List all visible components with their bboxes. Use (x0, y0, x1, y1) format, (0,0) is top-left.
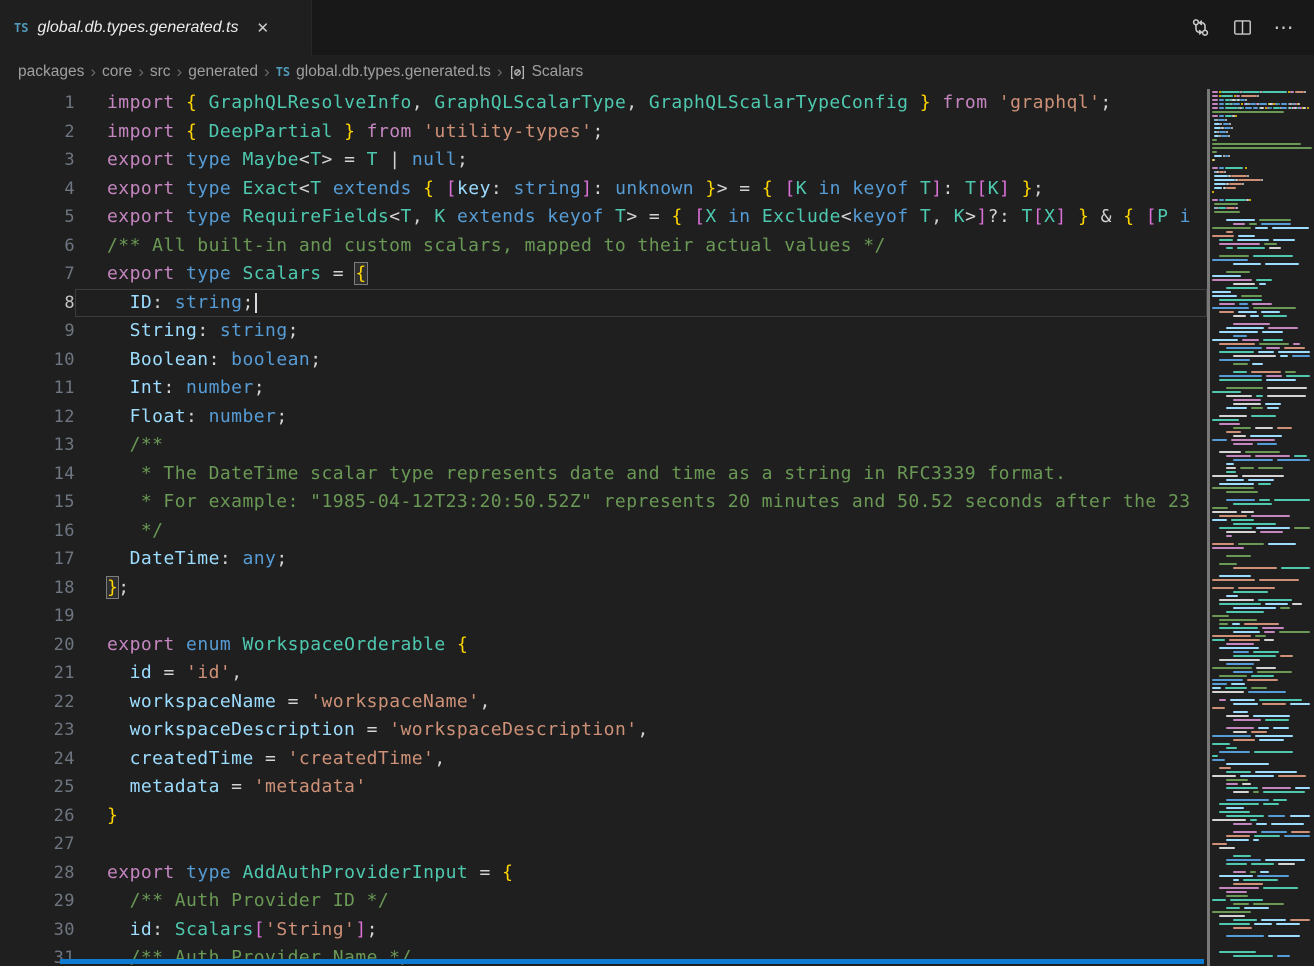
line-number: 8 (0, 289, 75, 318)
typescript-file-icon: TS (276, 65, 290, 79)
code-line: 7export type Scalars = { (0, 260, 1207, 289)
breadcrumb-separator: › (138, 62, 144, 82)
text-cursor (255, 293, 257, 313)
breadcrumb-separator: › (177, 62, 183, 82)
line-number: 6 (0, 232, 75, 261)
line-number: 24 (0, 745, 75, 774)
line-number: 29 (0, 887, 75, 916)
code-line: 17 DateTime: any; (0, 545, 1207, 574)
tab-label: global.db.types.generated.ts (37, 19, 238, 37)
line-number: 14 (0, 460, 75, 489)
breadcrumb-separator: › (90, 62, 96, 82)
code-line: 10 Boolean: boolean; (0, 346, 1207, 375)
code-line: 14 * The DateTime scalar type represents… (0, 460, 1207, 489)
vscode-window: TS global.db.types.generated.ts ✕ (0, 0, 1314, 966)
code-line: 25 metadata = 'metadata' (0, 773, 1207, 802)
line-number: 27 (0, 830, 75, 859)
line-number: 2 (0, 118, 75, 147)
more-actions-icon[interactable]: ⋯ (1272, 16, 1296, 40)
line-number: 4 (0, 175, 75, 204)
line-number: 9 (0, 317, 75, 346)
code-line: 21 id = 'id', (0, 659, 1207, 688)
breadcrumb-separator: › (264, 62, 270, 82)
code-line: 11 Int: number; (0, 374, 1207, 403)
line-number: 19 (0, 602, 75, 631)
line-number: 21 (0, 659, 75, 688)
code-line: 22 workspaceName = 'workspaceName', (0, 688, 1207, 717)
code-line: 27 (0, 830, 1207, 859)
code-line: 9 String: string; (0, 317, 1207, 346)
code-line: 3export type Maybe<T> = T | null; (0, 146, 1207, 175)
line-number: 7 (0, 260, 75, 289)
code-line: 4export type Exact<T extends { [key: str… (0, 175, 1207, 204)
code-line: 6/** All built-in and custom scalars, ma… (0, 232, 1207, 261)
code-line: 2import { DeepPartial } from 'utility-ty… (0, 118, 1207, 147)
code-line: 1import { GraphQLResolveInfo, GraphQLSca… (0, 89, 1207, 118)
breadcrumb-item[interactable]: core (102, 63, 132, 81)
code-line: 29 /** Auth Provider ID */ (0, 887, 1207, 916)
breadcrumb-item[interactable]: Scalars (509, 63, 584, 81)
line-number: 3 (0, 146, 75, 175)
typescript-file-icon: TS (14, 21, 28, 35)
line-number: 13 (0, 431, 75, 460)
open-changes-icon[interactable] (1188, 16, 1212, 40)
breadcrumb-separator: › (497, 62, 503, 82)
breadcrumb-item[interactable]: packages (18, 63, 84, 81)
line-number: 22 (0, 688, 75, 717)
code-line: 24 createdTime = 'createdTime', (0, 745, 1207, 774)
line-number: 18 (0, 574, 75, 603)
line-number: 28 (0, 859, 75, 888)
code-line: 28export type AddAuthProviderInput = { (0, 859, 1207, 888)
symbol-type-icon (509, 65, 526, 80)
split-editor-icon[interactable] (1230, 16, 1254, 40)
line-number: 12 (0, 403, 75, 432)
code-line: 16 */ (0, 517, 1207, 546)
line-number: 10 (0, 346, 75, 375)
line-number: 30 (0, 916, 75, 945)
line-number: 15 (0, 488, 75, 517)
code-line: 19 (0, 602, 1207, 631)
editor-actions: ⋯ (1188, 0, 1314, 55)
minimap[interactable] (1210, 89, 1314, 966)
breadcrumb-item[interactable]: src (150, 63, 171, 81)
line-number: 11 (0, 374, 75, 403)
close-icon[interactable]: ✕ (250, 17, 275, 39)
breadcrumb-item[interactable]: TSglobal.db.types.generated.ts (276, 63, 491, 81)
code-lines[interactable]: 1import { GraphQLResolveInfo, GraphQLSca… (0, 89, 1207, 966)
tab-bar: TS global.db.types.generated.ts ✕ (0, 0, 1314, 55)
line-number: 17 (0, 545, 75, 574)
code-line: 8 ID: string; (0, 289, 1207, 318)
code-line: 18}; (0, 574, 1207, 603)
code-line: 13 /** (0, 431, 1207, 460)
line-number: 16 (0, 517, 75, 546)
code-line: 12 Float: number; (0, 403, 1207, 432)
code-line: 30 id: Scalars['String']; (0, 916, 1207, 945)
code-line: 20export enum WorkspaceOrderable { (0, 631, 1207, 660)
line-number: 23 (0, 716, 75, 745)
breadcrumb-item[interactable]: generated (188, 63, 258, 81)
horizontal-scrollbar[interactable] (60, 959, 1204, 964)
line-number: 26 (0, 802, 75, 831)
line-number: 25 (0, 773, 75, 802)
editor: 1import { GraphQLResolveInfo, GraphQLSca… (0, 89, 1314, 966)
code-line: 5export type RequireFields<T, K extends … (0, 203, 1207, 232)
code-line: 26} (0, 802, 1207, 831)
code-line: 15 * For example: "1985-04-12T23:20:50.5… (0, 488, 1207, 517)
editor-tab[interactable]: TS global.db.types.generated.ts ✕ (0, 0, 312, 55)
line-number: 20 (0, 631, 75, 660)
line-number: 5 (0, 203, 75, 232)
code-line: 23 workspaceDescription = 'workspaceDesc… (0, 716, 1207, 745)
line-number: 1 (0, 89, 75, 118)
breadcrumb: packages › core › src › generated › TSglobal.db.… (0, 55, 1314, 89)
